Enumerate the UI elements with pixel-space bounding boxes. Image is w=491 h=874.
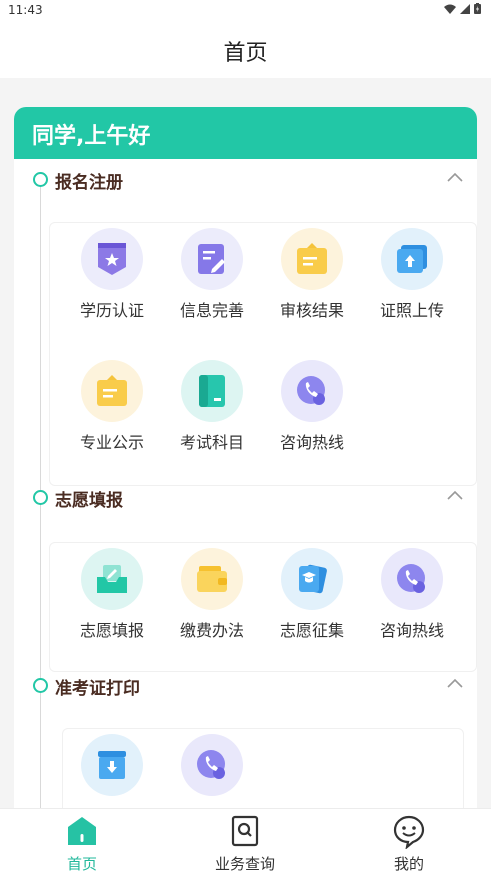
grid-item-hotline[interactable]: 咨询热线	[362, 548, 462, 641]
book-icon	[199, 375, 225, 407]
smiley-chat-icon	[393, 815, 425, 849]
grid-item-label: 咨询热线	[279, 433, 344, 452]
greeting-text: 同学,上午好	[32, 124, 151, 149]
tab-home[interactable]: 首页	[0, 809, 164, 874]
grid-item-label: 信息完善	[179, 301, 244, 320]
tab-business-query[interactable]: 业务查询	[163, 809, 327, 874]
grid-item-label: 学历认证	[79, 301, 144, 320]
wifi-icon	[444, 4, 456, 14]
chevron-up-icon[interactable]	[447, 172, 463, 182]
phone-icon	[297, 376, 325, 405]
tab-label: 业务查询	[214, 855, 275, 873]
section-title: 报名注册	[55, 173, 123, 193]
folder-icon	[97, 375, 127, 406]
section-header-admission-ticket[interactable]: 准考证打印	[14, 668, 477, 704]
cap-document-icon	[299, 564, 327, 594]
section-header-volunteer[interactable]: 志愿填报	[14, 480, 477, 516]
grid-item-hotline[interactable]	[162, 734, 262, 803]
grid-item-payment-method[interactable]: 缴费办法	[162, 548, 262, 641]
signal-icon	[460, 3, 470, 14]
grid-item-document-upload[interactable]: 证照上传	[362, 228, 462, 321]
page-title: 首页	[223, 41, 268, 66]
timeline-dot	[33, 172, 48, 187]
app-bar: 首页	[0, 24, 491, 78]
grid-item-degree-certification[interactable]: 学历认证	[62, 228, 162, 321]
battery-icon	[474, 3, 481, 14]
folder-icon	[297, 243, 327, 274]
edit-document-icon	[198, 244, 225, 274]
grid-item-major-publicity[interactable]: 专业公示	[62, 360, 162, 453]
tab-mine[interactable]: 我的	[327, 809, 491, 874]
status-bar: 11:43	[0, 0, 491, 24]
phone-icon	[197, 750, 225, 779]
grid-item-ticket-download[interactable]	[62, 734, 162, 803]
chevron-up-icon[interactable]	[447, 490, 463, 500]
bottom-tab-bar: 首页 业务查询 我的	[0, 808, 491, 874]
phone-icon	[397, 564, 425, 593]
tab-label: 首页	[66, 855, 97, 873]
section-header-registration[interactable]: 报名注册	[14, 162, 477, 198]
chevron-up-icon[interactable]	[447, 678, 463, 688]
grid-item-review-result[interactable]: 审核结果	[262, 228, 362, 321]
grid-item-label: 专业公示	[79, 433, 144, 452]
home-scroll-area[interactable]: 同学,上午好 报名注册 学历认证 信息完善 审核结果 证照上传 专业公示 考试科…	[0, 78, 491, 808]
wallet-icon	[197, 566, 227, 592]
tab-label: 我的	[393, 855, 424, 873]
grid-item-info-completion[interactable]: 信息完善	[162, 228, 262, 321]
grid-item-label: 缴费办法	[179, 621, 244, 640]
search-document-icon	[231, 815, 259, 847]
timeline-dot	[33, 490, 48, 505]
grid-item-hotline[interactable]: 咨询热线	[262, 360, 362, 453]
upload-icon	[397, 245, 427, 273]
section-title: 志愿填报	[55, 491, 123, 511]
grid-item-exam-subjects[interactable]: 考试科目	[162, 360, 262, 453]
grid-item-label: 证照上传	[379, 301, 444, 320]
grid-item-label: 考试科目	[179, 433, 244, 452]
grid-item-label: 志愿征集	[279, 621, 344, 640]
timeline-dot	[33, 678, 48, 693]
download-box-icon	[98, 751, 126, 779]
home-icon	[68, 817, 96, 845]
section-panel-registration: 学历认证 信息完善 审核结果 证照上传 专业公示 考试科目 咨询热线	[49, 222, 477, 486]
inbox-edit-icon	[97, 565, 127, 593]
grid-item-volunteer-collection[interactable]: 志愿征集	[262, 548, 362, 641]
section-panel-admission-ticket	[62, 728, 464, 808]
shield-star-icon	[98, 243, 126, 275]
grid-item-label: 审核结果	[279, 301, 344, 320]
grid-item-label: 咨询热线	[379, 621, 444, 640]
section-panel-volunteer: 志愿填报 缴费办法 志愿征集 咨询热线	[49, 542, 477, 672]
status-time: 11:43	[8, 3, 43, 17]
grid-item-volunteer-filling[interactable]: 志愿填报	[62, 548, 162, 641]
grid-item-label: 志愿填报	[79, 621, 144, 640]
section-title: 准考证打印	[55, 679, 140, 699]
greeting-banner: 同学,上午好	[14, 107, 477, 159]
